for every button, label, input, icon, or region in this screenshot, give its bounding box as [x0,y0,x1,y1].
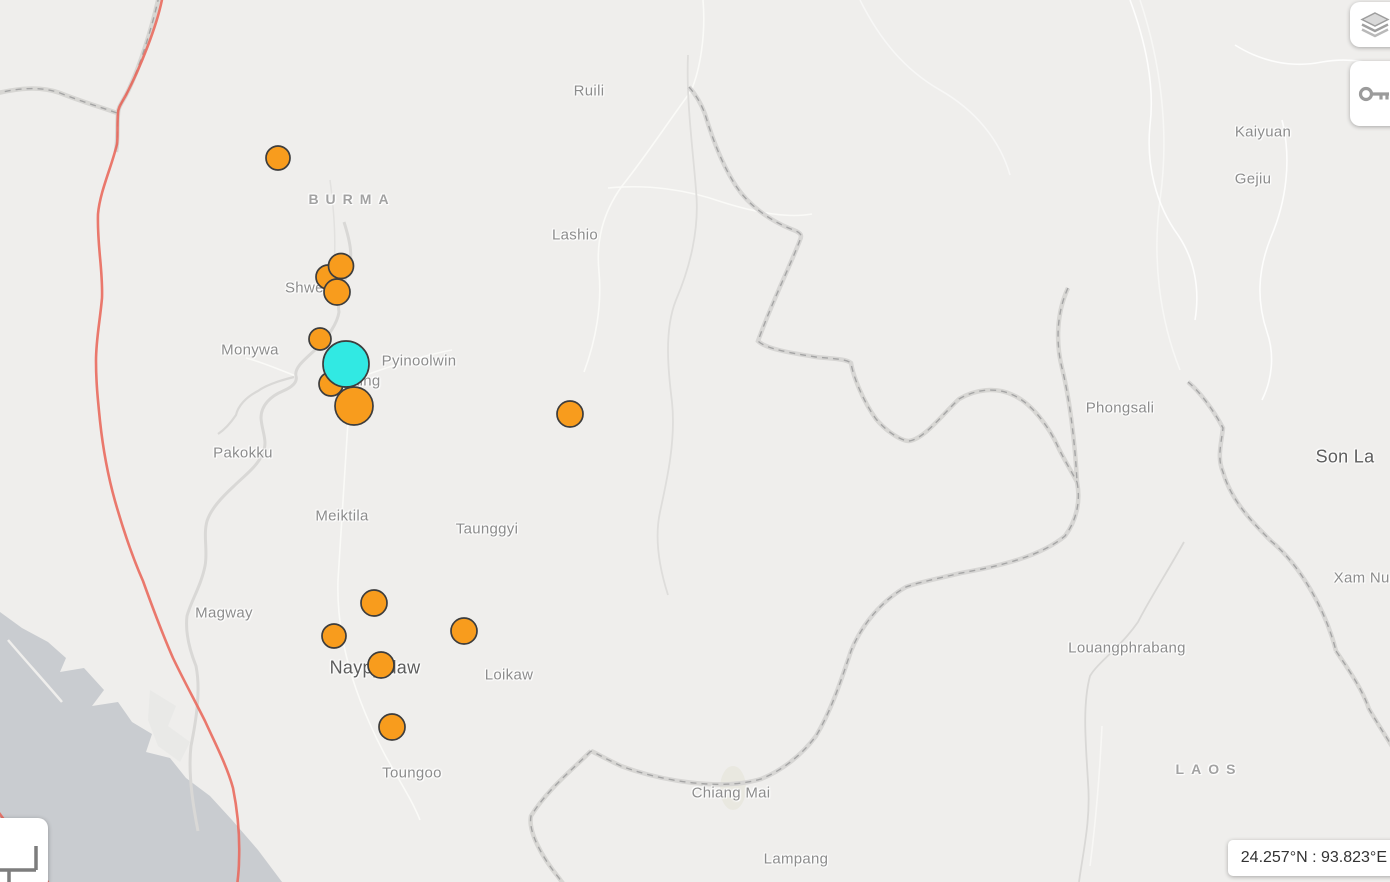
layers-icon [1357,10,1390,40]
earthquake-marker-orange[interactable] [309,328,331,350]
key-icon [1357,78,1390,110]
earthquake-marker-cyan[interactable] [323,341,369,387]
earthquake-marker-orange[interactable] [361,590,387,616]
scale-icon [0,818,48,882]
earthquake-marker-orange[interactable] [329,254,354,279]
earthquake-marker-orange[interactable] [266,146,290,170]
layers-button[interactable] [1350,2,1390,47]
legend-key-button[interactable] [1350,61,1390,126]
earthquake-marker-orange[interactable] [335,387,373,425]
cursor-coordinates: 24.257°N : 93.823°E [1228,840,1390,876]
map-viewport[interactable]: RuiliKaiyuanGejiuBURMALashioShweboMonywa… [0,0,1390,882]
earthquake-marker-orange[interactable] [324,279,350,305]
earthquake-marker-orange[interactable] [557,401,583,427]
earthquake-marker-orange[interactable] [322,624,346,648]
scale-control [0,818,48,882]
earthquake-marker-orange[interactable] [451,618,477,644]
earthquake-marker-orange[interactable] [368,652,394,678]
earthquake-marker-orange[interactable] [379,714,405,740]
earthquake-markers-layer [0,0,1390,882]
